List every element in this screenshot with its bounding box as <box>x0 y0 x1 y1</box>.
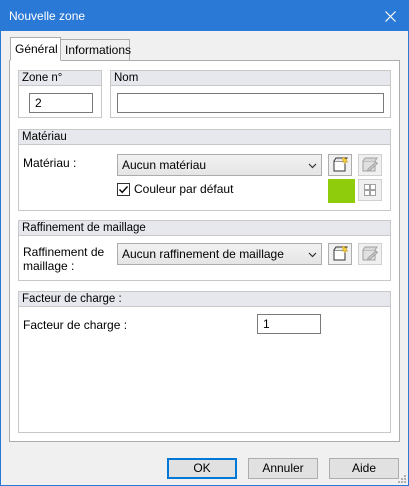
material-select-value: Aucun matériau <box>122 158 207 172</box>
name-group: Nom <box>110 70 391 118</box>
dialog-window: Nouvelle zone Zone n° 2 Nom Matériau Mat… <box>0 0 409 486</box>
new-item-icon <box>333 246 349 261</box>
zone-number-input[interactable]: 2 <box>29 93 93 113</box>
help-button[interactable]: Aide <box>329 458 399 479</box>
zone-number-group: Zone n° 2 <box>18 70 102 118</box>
chevron-down-icon <box>308 252 317 258</box>
ok-button[interactable]: OK <box>167 458 237 479</box>
color-swatch[interactable] <box>328 179 355 203</box>
mesh-refinement-label: Raffinement de maillage : <box>23 245 105 273</box>
mesh-refinement-group: Raffinement de maillage Raffinement de m… <box>18 220 391 281</box>
window-title: Nouvelle zone <box>9 9 86 23</box>
mesh-refinement-select-value: Aucun raffinement de maillage <box>122 247 284 261</box>
load-factor-label: Facteur de charge : <box>23 318 128 332</box>
resize-grip-icon[interactable] <box>396 473 406 483</box>
grid-icon <box>364 184 376 196</box>
edit-material-button[interactable] <box>358 154 382 176</box>
default-color-label: Couleur par défaut <box>134 182 234 196</box>
material-select[interactable]: Aucun matériau <box>117 154 322 176</box>
tab-general[interactable]: Général <box>10 37 61 61</box>
close-icon <box>384 10 396 22</box>
load-factor-group: Facteur de charge : Facteur de charge : … <box>18 291 391 433</box>
zone-number-header: Zone n° <box>19 71 101 86</box>
name-input[interactable] <box>117 93 384 113</box>
chevron-down-icon <box>308 163 317 169</box>
load-factor-input[interactable]: 1 <box>257 314 321 334</box>
material-header: Matériau <box>19 130 390 145</box>
load-factor-header: Facteur de charge : <box>19 292 390 307</box>
edit-mesh-refinement-button[interactable] <box>358 243 382 265</box>
title-bar: Nouvelle zone <box>1 1 408 31</box>
new-material-button[interactable] <box>328 154 352 176</box>
name-header: Nom <box>111 71 390 86</box>
edit-item-icon <box>362 157 379 172</box>
material-label: Matériau : <box>23 156 77 170</box>
close-button[interactable] <box>372 1 408 31</box>
edit-item-icon <box>362 246 379 261</box>
tab-informations[interactable]: Informations <box>60 39 131 61</box>
mesh-refinement-header: Raffinement de maillage <box>19 221 390 236</box>
cancel-button[interactable]: Annuler <box>248 458 318 479</box>
mesh-refinement-select[interactable]: Aucun raffinement de maillage <box>117 243 322 265</box>
new-mesh-refinement-button[interactable] <box>328 243 352 265</box>
checkmark-icon <box>118 186 129 194</box>
new-item-icon <box>333 157 349 172</box>
tab-panel-general: Zone n° 2 Nom Matériau Matériau : Aucun … <box>9 60 400 442</box>
default-color-checkbox[interactable] <box>117 183 130 196</box>
material-group: Matériau Matériau : Aucun matériau Coule… <box>18 129 391 211</box>
color-picker-button[interactable] <box>358 179 382 201</box>
